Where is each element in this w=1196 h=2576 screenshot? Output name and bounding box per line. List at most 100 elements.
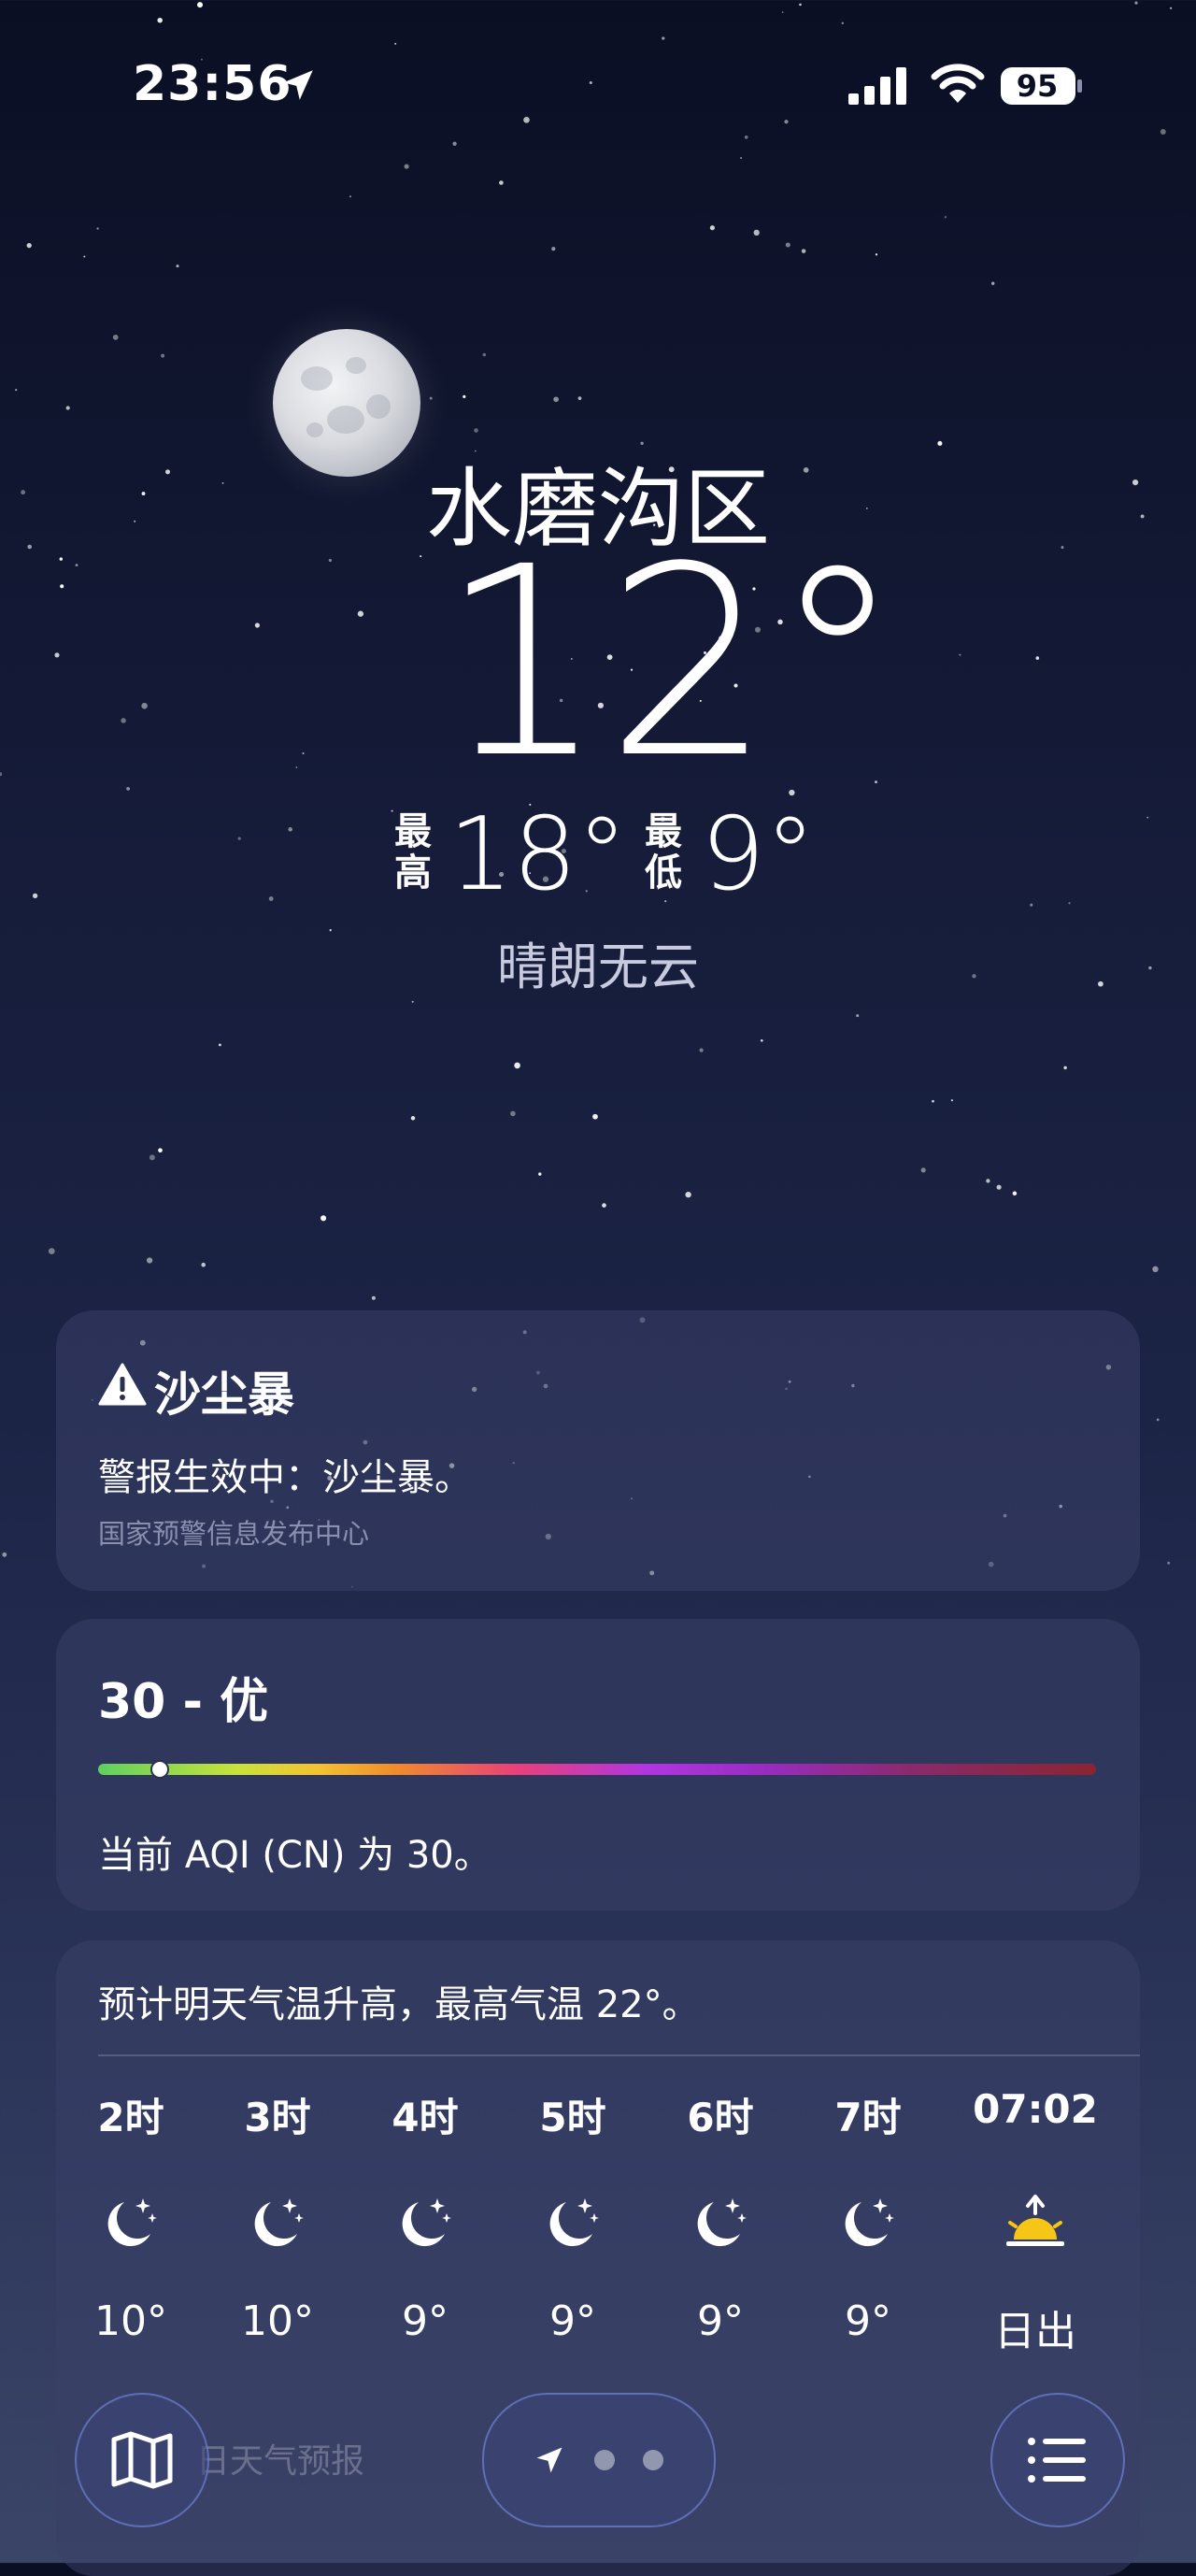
- star: [950, 1099, 953, 1102]
- star: [32, 893, 38, 899]
- star: [785, 242, 790, 248]
- star: [237, 837, 241, 840]
- star: [2, 1552, 7, 1557]
- star: [944, 216, 947, 219]
- star: [685, 1191, 691, 1198]
- star: [1068, 902, 1071, 905]
- moon-stars-icon: [212, 2193, 343, 2253]
- star: [410, 1116, 416, 1121]
- hour-time: 5时: [539, 2095, 606, 2140]
- list-icon: [1028, 2438, 1086, 2483]
- star: [740, 156, 743, 160]
- star: [841, 21, 844, 24]
- star: [753, 229, 760, 236]
- star: [662, 36, 665, 40]
- star: [320, 1215, 327, 1222]
- star: [371, 1295, 376, 1300]
- star: [161, 353, 165, 358]
- moon-stars-icon: [803, 2193, 933, 2253]
- star: [1160, 129, 1166, 135]
- hour-time: 7时: [834, 2095, 902, 2140]
- star: [201, 1262, 206, 1267]
- low-temperature: 9°: [701, 796, 816, 913]
- page-dot[interactable]: [643, 2450, 663, 2470]
- star: [592, 1113, 598, 1120]
- star: [875, 253, 878, 256]
- alert-body: 警报生效中：沙尘暴。: [98, 1456, 472, 1499]
- high-temperature: 18°: [448, 796, 628, 913]
- star: [349, 195, 352, 198]
- city-list-button[interactable]: [990, 2393, 1125, 2527]
- star: [959, 653, 961, 656]
- page-indicator[interactable]: [482, 2393, 716, 2527]
- star: [254, 623, 260, 628]
- hour-time: 6时: [687, 2095, 754, 2140]
- map-icon: [111, 2431, 173, 2489]
- star: [83, 255, 86, 258]
- star: [538, 1172, 542, 1176]
- star: [26, 242, 32, 249]
- star: [482, 352, 487, 357]
- page-dot[interactable]: [594, 2450, 615, 2470]
- hour-temperature: 10°: [94, 2297, 167, 2345]
- star: [1167, 1561, 1171, 1565]
- star: [523, 116, 530, 123]
- star: [1012, 1191, 1018, 1196]
- star: [0, 772, 3, 777]
- moon-stars-icon: [360, 2193, 491, 2253]
- star: [54, 652, 60, 658]
- star: [514, 1062, 520, 1069]
- daily-forecast-label: 日天气预报: [196, 2442, 365, 2481]
- moon-stars-icon: [655, 2193, 786, 2253]
- divider: [98, 2054, 1140, 2056]
- star: [856, 1014, 860, 1018]
- star: [761, 1039, 763, 1042]
- star: [709, 225, 715, 231]
- weather-condition: 晴朗无云: [497, 937, 699, 996]
- battery-level: 95: [1016, 68, 1059, 104]
- star: [158, 1148, 163, 1153]
- alert-title: 沙尘暴: [154, 1367, 294, 1422]
- star: [96, 227, 99, 230]
- hour-temperature: 9°: [697, 2297, 744, 2345]
- star: [357, 610, 364, 617]
- star: [1063, 1066, 1067, 1070]
- status-time: 23:56: [133, 56, 292, 112]
- star: [176, 265, 179, 268]
- star: [577, 396, 582, 400]
- star: [589, 80, 592, 85]
- low-label-bottom: 低: [645, 852, 682, 894]
- star: [1035, 656, 1040, 660]
- star: [218, 1043, 221, 1047]
- star: [1146, 816, 1149, 819]
- hour-time: 07:02: [973, 2086, 1098, 2132]
- hour-temperature: 9°: [845, 2297, 891, 2345]
- wifi-icon: [931, 64, 985, 103]
- star: [197, 2, 203, 8]
- star: [15, 388, 18, 392]
- alert-source: 国家预警信息发布中心: [98, 1518, 370, 1550]
- star: [781, 11, 784, 13]
- star: [302, 751, 305, 755]
- hour-temperature: 9°: [549, 2297, 596, 2345]
- star: [48, 1248, 55, 1254]
- star: [551, 247, 556, 251]
- aqi-title: 30 - 优: [98, 1674, 269, 1730]
- map-button[interactable]: [75, 2393, 209, 2527]
- star: [411, 1000, 414, 1003]
- cellular-signal-icon: [848, 67, 906, 105]
- star: [744, 135, 748, 139]
- star: [996, 1184, 1002, 1190]
- high-label-bottom: 高: [394, 852, 432, 894]
- star: [75, 564, 78, 566]
- star: [1156, 1418, 1160, 1422]
- star: [799, 3, 802, 7]
- low-label-top: 最: [645, 810, 682, 853]
- aqi-description: 当前 AQI (CN) 为 30。: [98, 1834, 491, 1877]
- location-arrow-icon: [283, 70, 313, 100]
- star: [288, 827, 292, 832]
- star: [60, 584, 64, 589]
- star: [65, 406, 70, 410]
- star: [474, 428, 478, 433]
- star: [986, 1179, 990, 1183]
